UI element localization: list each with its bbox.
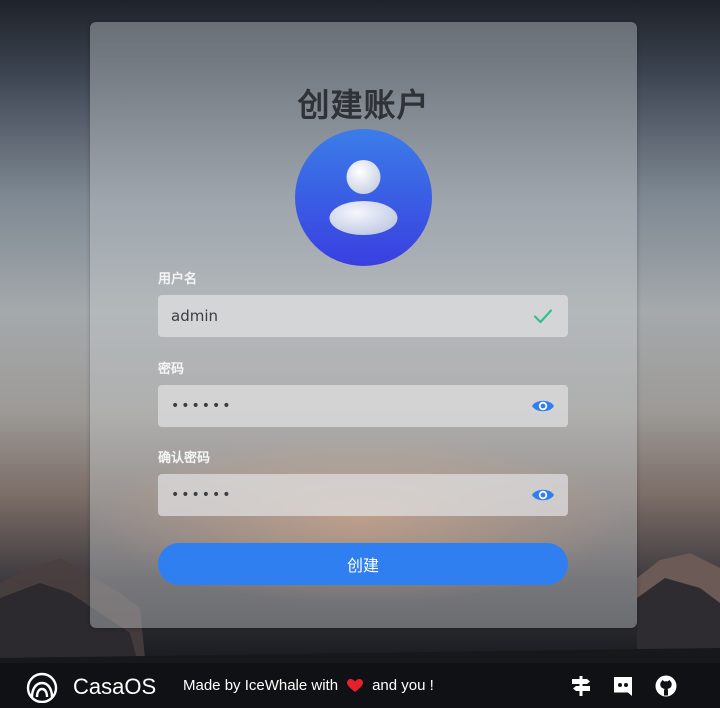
heart-icon bbox=[347, 678, 364, 693]
page-title: 创建账户 bbox=[297, 86, 430, 124]
password-value: •••••• bbox=[171, 398, 233, 414]
casaos-logo-icon[interactable] bbox=[26, 671, 58, 703]
create-account-card: 创建账户 用户名 admin 密码 •••••• 确认密码 •••••• 创建 bbox=[90, 22, 637, 628]
footer-bar: CasaOS Made by IceWhale with and you ! bbox=[0, 663, 720, 708]
made-by-label: Made by IceWhale with bbox=[183, 677, 339, 694]
eye-icon[interactable] bbox=[531, 394, 555, 418]
check-icon bbox=[531, 304, 555, 328]
username-value: admin bbox=[171, 307, 218, 325]
eye-icon[interactable] bbox=[531, 483, 555, 507]
password-field[interactable]: •••••• bbox=[158, 385, 568, 427]
github-icon[interactable] bbox=[654, 674, 678, 698]
brand-name: CasaOS bbox=[73, 674, 157, 699]
create-button[interactable]: 创建 bbox=[158, 543, 568, 585]
made-by-text: Made by IceWhale with and you ! bbox=[183, 677, 434, 694]
and-you-label: and you ! bbox=[372, 677, 434, 694]
confirm-password-label: 确认密码 bbox=[158, 451, 211, 466]
signpost-icon[interactable] bbox=[569, 674, 593, 698]
password-label: 密码 bbox=[158, 362, 185, 377]
user-avatar-icon[interactable] bbox=[295, 129, 432, 266]
discord-icon[interactable] bbox=[611, 674, 635, 698]
confirm-password-field[interactable]: •••••• bbox=[158, 474, 568, 516]
confirm-password-value: •••••• bbox=[171, 487, 233, 503]
username-label: 用户名 bbox=[158, 272, 198, 287]
username-field[interactable]: admin bbox=[158, 295, 568, 337]
